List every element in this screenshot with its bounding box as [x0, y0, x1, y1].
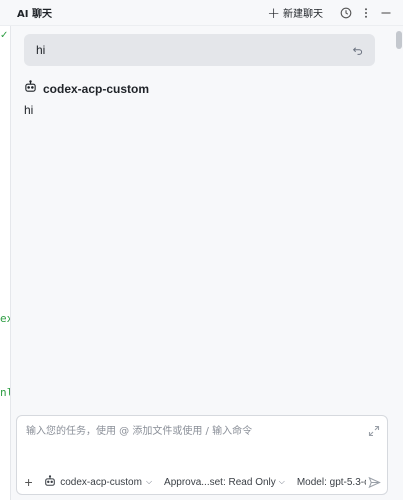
editor-text-fragment: nl\: [0, 386, 10, 399]
agent-name: codex-acp-custom: [43, 82, 150, 96]
chat-input[interactable]: [26, 422, 356, 440]
chat-header: AI 聊天 + 新建聊天: [0, 0, 403, 26]
agent-select[interactable]: codex-acp-custom ⌵: [44, 474, 153, 490]
plus-icon[interactable]: +: [23, 474, 34, 490]
approval-select[interactable]: Approva...set: Read Only ⌵: [164, 477, 285, 488]
composer-toolbar: + codex-acp-custom ⌵ Approva...set: Read…: [17, 472, 387, 492]
approval-select-label: Approva...set: Read Only: [164, 476, 276, 488]
model-select[interactable]: Model: gpt-5.3-coc: [297, 477, 366, 488]
editor-text-fragment: ex: [0, 312, 10, 325]
check-icon: ✓: [0, 30, 9, 41]
new-chat-label: 新建聊天: [283, 9, 323, 20]
chevron-down-icon: ⌵: [278, 477, 285, 486]
new-chat-button[interactable]: + 新建聊天: [267, 5, 323, 20]
agent-header: codex-acp-custom: [24, 80, 149, 98]
agent-message-text: hi: [24, 103, 34, 117]
panel-title: AI 聊天: [17, 9, 52, 20]
plus-icon: +: [267, 3, 280, 22]
undo-arrow-icon[interactable]: [351, 44, 363, 56]
clock-icon[interactable]: [339, 6, 353, 20]
send-icon[interactable]: [368, 475, 381, 489]
minimize-icon[interactable]: [379, 6, 393, 20]
model-select-label: Model: gpt-5.3-coc: [296, 476, 366, 488]
user-message-text: hi: [36, 43, 46, 57]
scrollbar[interactable]: [396, 31, 402, 49]
chat-composer: + codex-acp-custom ⌵ Approva...set: Read…: [16, 415, 388, 495]
editor-edge: ✓ ex nl\: [0, 26, 11, 500]
robot-icon: [24, 80, 37, 98]
expand-diagonal-icon[interactable]: [368, 424, 380, 437]
robot-icon: [44, 474, 56, 490]
user-message: hi: [24, 34, 375, 66]
chevron-down-icon: ⌵: [145, 477, 153, 486]
vertical-dots-icon[interactable]: [359, 6, 373, 20]
agent-select-label: codex-acp-custom: [60, 476, 142, 488]
